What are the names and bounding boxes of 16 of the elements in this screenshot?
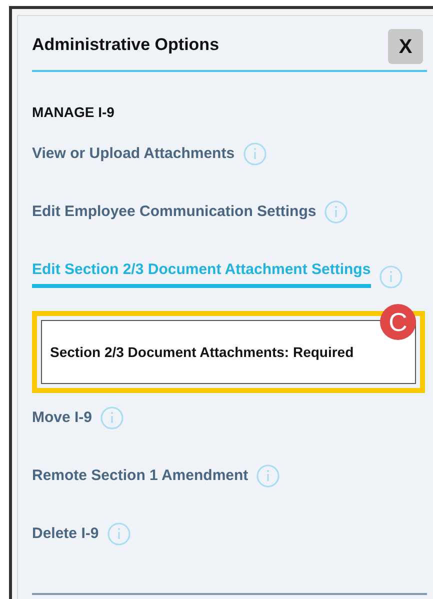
info-icon[interactable] bbox=[256, 464, 280, 488]
close-button[interactable]: X bbox=[388, 29, 423, 64]
info-icon[interactable] bbox=[106, 522, 131, 546]
info-icon[interactable] bbox=[324, 200, 348, 224]
option-link[interactable]: Remote Section 1 Amendment bbox=[32, 465, 248, 494]
option-link[interactable]: Edit Employee Communication Settings bbox=[32, 201, 316, 230]
info-icon[interactable] bbox=[100, 406, 124, 430]
info-icon[interactable] bbox=[378, 265, 403, 289]
option-link[interactable]: Move I-9 bbox=[32, 407, 92, 436]
dialog-title: Administrative Options bbox=[32, 34, 220, 56]
detail-text: Section 2/3 Document Attachments: Required bbox=[50, 342, 354, 362]
option-link[interactable]: Delete I-9 bbox=[32, 523, 99, 552]
callout-badge: C bbox=[380, 304, 416, 340]
section-heading: MANAGE I-9 bbox=[32, 103, 116, 122]
option-link[interactable]: View or Upload Attachments bbox=[32, 143, 235, 172]
info-icon[interactable] bbox=[242, 142, 267, 166]
